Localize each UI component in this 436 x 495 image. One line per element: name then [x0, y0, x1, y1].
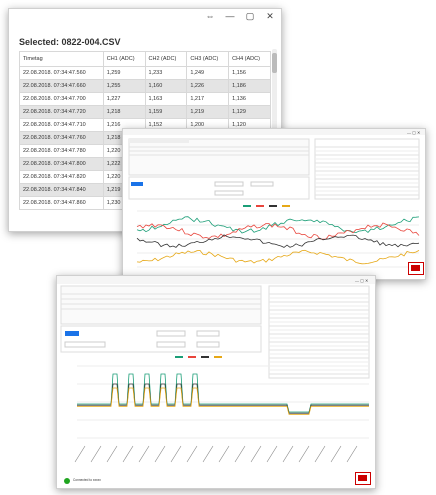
header-timetag[interactable]: Timetag — [19, 51, 104, 67]
table-cell: 1,259 — [102, 66, 146, 80]
series-line — [77, 383, 369, 414]
svg-text:— ▢ ✕: — ▢ ✕ — [407, 130, 420, 135]
x-tick-label — [74, 445, 86, 463]
x-tick-label — [186, 445, 198, 463]
table-cell: 1,160 — [144, 79, 188, 93]
table-row[interactable]: 22.08.2018. 07:34:47.700 1,227 1,163 1,217 1… — [19, 92, 271, 106]
close-button[interactable]: ✕ — [265, 11, 275, 22]
table-cell: 22.08.2018. 07:34:47.660 — [19, 79, 104, 93]
table-cell: 1,255 — [102, 79, 146, 93]
table-cell: 22.08.2018. 07:34:47.700 — [19, 92, 104, 106]
title-bar: ⇔ — ▢ ✕ — [9, 9, 281, 23]
x-tick-label — [202, 445, 214, 463]
table-cell: 1,159 — [144, 105, 188, 119]
series-line — [77, 387, 369, 415]
table-cell: 1,219 — [186, 105, 230, 119]
table-row[interactable]: 22.08.2018. 07:34:47.720 1,218 1,159 1,219 1… — [19, 105, 271, 119]
table-cell: 1,227 — [102, 92, 146, 106]
brand-logo — [355, 472, 371, 485]
x-tick-label — [234, 445, 246, 463]
x-tick-label — [346, 445, 358, 463]
series-line — [136, 234, 420, 248]
table-cell: 1,129 — [228, 105, 271, 119]
table-row[interactable]: 22.08.2018. 07:34:47.660 1,255 1,160 1,226 1… — [19, 79, 271, 93]
second-chart-window: — ▢ ✕ Connected to xxxxx — [56, 275, 376, 489]
x-tick-label — [106, 445, 118, 463]
table-row[interactable]: 22.08.2018. 07:34:47.560 1,259 1,233 1,249 1… — [19, 66, 271, 80]
connection-status: Connected to xxxxx — [73, 478, 101, 482]
table-cell: 22.08.2018. 07:34:47.800 — [19, 157, 104, 171]
x-tick-label — [90, 445, 102, 463]
table-cell: 22.08.2018. 07:34:47.840 — [19, 183, 104, 197]
header-ch4[interactable]: CH4 (ADC) — [228, 51, 271, 67]
x-tick-label — [250, 445, 262, 463]
second-chart-canvas: — ▢ ✕ — [57, 276, 375, 484]
table-cell: 1,218 — [102, 105, 146, 119]
table-cell: 1,249 — [186, 66, 230, 80]
table-cell: 22.08.2018. 07:34:47.860 — [19, 196, 104, 210]
x-tick-label — [330, 445, 342, 463]
table-cell: 22.08.2018. 07:34:47.820 — [19, 170, 104, 184]
table-cell: 22.08.2018. 07:34:47.560 — [19, 66, 104, 80]
maximize-button[interactable]: ▢ — [245, 11, 255, 22]
table-cell: 1,156 — [228, 66, 271, 80]
table-header-row: Timetag CH1 (ADC) CH2 (ADC) CH3 (ADC) CH… — [19, 51, 271, 67]
table-cell: 1,233 — [144, 66, 188, 80]
x-tick-label — [154, 445, 166, 463]
svg-text:— ▢ ✕: — ▢ ✕ — [355, 278, 368, 283]
resize-icon[interactable]: ⇔ — [205, 11, 215, 21]
brand-logo-chart-window — [408, 262, 424, 275]
x-tick-label — [218, 445, 230, 463]
header-ch2[interactable]: CH2 (ADC) — [144, 51, 188, 67]
header-ch3[interactable]: CH3 (ADC) — [186, 51, 230, 67]
x-tick-label — [122, 445, 134, 463]
minimize-button[interactable]: — — [225, 11, 235, 21]
scroll-thumb[interactable] — [272, 53, 277, 73]
table-cell: 1,186 — [228, 79, 271, 93]
table-cell: 1,163 — [144, 92, 188, 106]
x-tick-label — [282, 445, 294, 463]
table-cell: 22.08.2018. 07:34:47.780 — [19, 144, 104, 158]
x-tick-label — [170, 445, 182, 463]
table-cell: 22.08.2018. 07:34:47.760 — [19, 131, 104, 145]
header-ch1[interactable]: CH1 (ADC) — [102, 51, 146, 67]
selected-file-label: Selected: 0822-004.CSV — [19, 37, 121, 47]
x-tick-label — [314, 445, 326, 463]
table-cell: 22.08.2018. 07:34:47.710 — [19, 118, 104, 132]
table-cell: 22.08.2018. 07:34:47.720 — [19, 105, 104, 119]
series-line — [136, 249, 420, 265]
x-tick-label — [298, 445, 310, 463]
table-cell: 1,217 — [186, 92, 230, 106]
chart-window-canvas: — ▢ ✕ — [123, 129, 425, 268]
x-tick-label — [138, 445, 150, 463]
table-cell: 1,136 — [228, 92, 271, 106]
chart-window: — ▢ ✕ — [122, 128, 426, 280]
table-cell: 1,226 — [186, 79, 230, 93]
x-tick-label — [266, 445, 278, 463]
